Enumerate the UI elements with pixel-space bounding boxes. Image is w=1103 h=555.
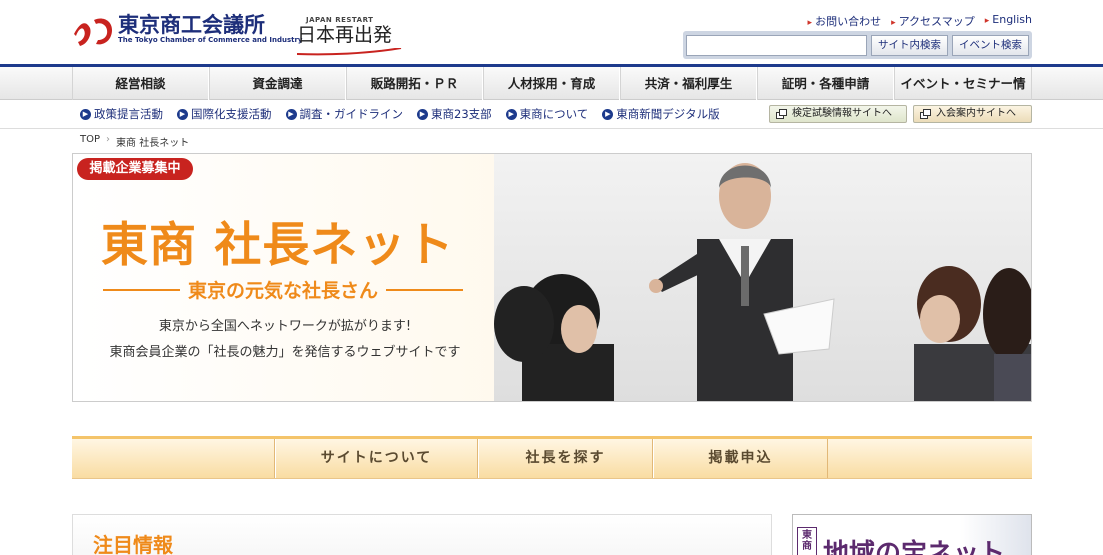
event-search-button[interactable]: イベント検索 <box>952 34 1029 56</box>
tab-apply[interactable]: 掲載申込 <box>653 439 828 478</box>
logo-subtitle: The Tokyo Chamber of Commerce and Indust… <box>118 36 303 44</box>
swoosh-icon <box>297 48 402 56</box>
region-title: 地域の宝ネット <box>823 539 1006 555</box>
nav-item[interactable]: 経営相談 <box>72 67 209 100</box>
search-bar: サイト内検索 イベント検索 <box>683 31 1032 59</box>
site-logo[interactable]: 東京商工会議所 The Tokyo Chamber of Commerce an… <box>72 14 302 48</box>
membership-site-button[interactable]: 入会案内サイトへ <box>913 105 1032 123</box>
subnav-item[interactable]: ▶ 国際化支援活動 <box>177 106 272 122</box>
external-window-icon <box>920 109 931 119</box>
hero-photo <box>494 154 1031 401</box>
recruiting-badge: 掲載企業募集中 <box>77 158 193 180</box>
nav-item[interactable]: イベント・セミナー情報 <box>894 67 1032 124</box>
featured-info-panel: 注目情報 <box>72 514 772 555</box>
search-input[interactable] <box>686 34 867 56</box>
business-meeting-illustration <box>494 163 1031 401</box>
regional-treasure-banner[interactable]: 東商 地域の宝ネット <box>792 514 1032 555</box>
arrow-circle-icon: ▶ <box>177 108 188 120</box>
subnav-item[interactable]: ▶ 東商について <box>505 106 588 122</box>
nav-item[interactable]: 販路開拓・ＰＲ <box>346 67 483 100</box>
hero-title: 東商 社長ネット <box>101 218 455 273</box>
utility-links: ▸ お問い合わせ ▸ アクセスマップ ▸ English <box>808 13 1032 29</box>
site-search-button[interactable]: サイト内検索 <box>871 34 948 56</box>
subnav-item[interactable]: ▶ 政策提言活動 <box>80 106 163 122</box>
arrow-circle-icon: ▶ <box>505 108 517 120</box>
hero-banner: 掲載企業募集中 東商 社長ネット 東京の元気な社長さん 東京から全国へネットワー… <box>72 153 1032 402</box>
featured-info-title: 注目情報 <box>93 533 173 555</box>
link-contact[interactable]: ▸ お問い合わせ <box>808 13 882 29</box>
arrow-circle-icon: ▶ <box>285 108 297 120</box>
arrow-icon: ▸ <box>984 16 990 26</box>
restart-jp: 日本再出発 <box>297 24 393 46</box>
chevron-right-icon: › <box>106 134 111 145</box>
nav-item[interactable]: 人材採用・育成 <box>483 67 620 100</box>
breadcrumb-current: 東商 社長ネット <box>116 138 190 149</box>
link-access-map[interactable]: ▸ アクセスマップ <box>891 13 975 29</box>
nav-item[interactable]: 証明・各種申請 <box>757 67 894 100</box>
main-nav: 経営相談 資金調達 販路開拓・ＰＲ 人材採用・育成 共済・福利厚生 証明・各種申… <box>0 64 1103 124</box>
tosho-tag: 東商 <box>797 527 817 555</box>
hero-description: 東京から全国へネットワークが拡がります! 東商会員企業の「社長の魅力」を発信する… <box>109 319 461 360</box>
tab-find-president[interactable]: 社長を探す <box>478 439 653 478</box>
subnav-item[interactable]: ▶ 東商新聞デジタル版 <box>602 106 720 122</box>
breadcrumb: TOP › 東商 社長ネット <box>80 134 189 149</box>
arrow-circle-icon: ▶ <box>80 108 91 120</box>
hero-subtitle: 東京の元気な社長さん <box>103 276 464 303</box>
japan-restart-logo[interactable]: JAPAN RESTART 日本再出発 <box>297 16 402 56</box>
subnav-item[interactable]: ▶ 東商23支部 <box>417 106 492 122</box>
arrow-circle-icon: ▶ <box>417 108 428 120</box>
chamber-logo-icon <box>72 14 114 48</box>
subnav-item[interactable]: ▶ 調査・ガイドライン <box>285 106 403 122</box>
tab-about-site[interactable]: サイトについて <box>275 439 478 478</box>
logo-title: 東京商工会議所 <box>118 13 265 37</box>
breadcrumb-home[interactable]: TOP <box>80 134 100 149</box>
section-tabs: サイトについて 社長を探す 掲載申込 <box>72 436 1032 479</box>
link-english[interactable]: ▸ English <box>985 13 1032 29</box>
nav-item[interactable]: 共済・福利厚生 <box>620 67 757 100</box>
arrow-icon: ▸ <box>891 18 896 28</box>
external-window-icon <box>776 109 787 119</box>
arrow-icon: ▸ <box>807 18 813 28</box>
arrow-circle-icon: ▶ <box>602 108 614 120</box>
nav-item[interactable]: 資金調達 <box>209 67 346 100</box>
exam-site-button[interactable]: 検定試験情報サイトへ <box>769 105 907 123</box>
restart-en: JAPAN RESTART <box>306 16 374 24</box>
